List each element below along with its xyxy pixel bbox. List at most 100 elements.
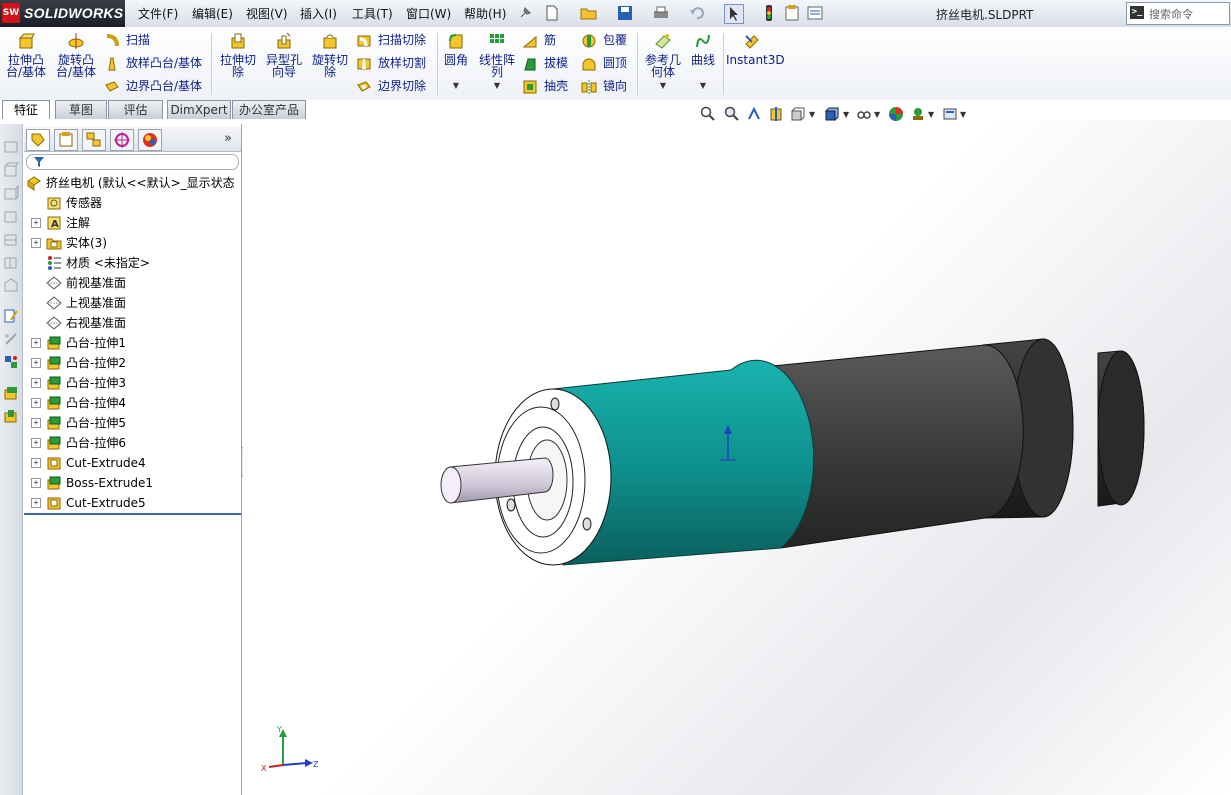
title-bar: SW SOLIDWORKS 文件(F) 编辑(E) 视图(V) 插入(I) 工具… <box>0 0 1231 28</box>
fillet-button[interactable]: 圆角 ▼ <box>441 32 471 92</box>
box-view-icon[interactable] <box>3 162 19 178</box>
save-icon[interactable] <box>616 4 634 22</box>
revolved-cut-button[interactable]: 旋转切 除 <box>308 32 352 78</box>
menu-edit[interactable]: 编辑(E) <box>192 5 233 22</box>
menu-tools[interactable]: 工具(T) <box>352 5 393 22</box>
smart-dimension-icon[interactable] <box>3 331 19 347</box>
tab-evaluate[interactable]: 评估 <box>108 100 163 119</box>
tree-item-label: 传感器 <box>66 196 103 210</box>
rollback-bar[interactable] <box>24 513 241 515</box>
revolved-boss-button[interactable]: 旋转凸 台/基体 <box>54 32 98 78</box>
tree-filter-input[interactable] <box>26 154 239 170</box>
reference-geometry-button[interactable]: 参考几 何体 ▼ <box>642 32 684 92</box>
extruded-boss-button[interactable]: 拉伸凸 台/基体 <box>4 32 48 78</box>
wrap-icon <box>582 34 596 47</box>
draft-button[interactable]: 拔模 <box>522 54 568 72</box>
box-view-icon[interactable] <box>3 277 19 293</box>
separator <box>211 33 212 95</box>
new-document-icon[interactable] <box>543 4 561 22</box>
extruded-cut-small-icon[interactable] <box>3 408 19 424</box>
expand-toggle-icon[interactable]: + <box>31 458 41 468</box>
view-settings-dropdown-icon[interactable]: ▼ <box>960 110 966 119</box>
rib-button[interactable]: 筋 <box>522 31 556 49</box>
graphics-area[interactable]: ▼ ▼ ▼ ▼ ▼ Y Z X <box>243 106 1231 795</box>
menu-view[interactable]: 视图(V) <box>246 5 288 22</box>
extruded-cut-button[interactable]: 拉伸切 除 <box>216 32 260 78</box>
hide-show-dropdown-icon[interactable]: ▼ <box>874 110 880 119</box>
file-properties-icon[interactable] <box>783 4 801 22</box>
expand-toggle-icon[interactable]: + <box>31 238 41 248</box>
wrap-button[interactable]: 包覆 <box>581 31 627 49</box>
dome-button[interactable]: 圆顶 <box>581 54 627 72</box>
reference-geometry-dropdown-icon[interactable]: ▼ <box>642 80 684 92</box>
separator <box>723 33 724 95</box>
menu-insert[interactable]: 插入(I) <box>300 5 337 22</box>
extruded-boss-small-icon[interactable] <box>3 385 19 401</box>
swept-cut-button[interactable]: 扫描切除 <box>356 31 426 49</box>
instant3d-icon <box>745 35 759 49</box>
dimxpert-manager-tab-icon[interactable] <box>110 129 134 151</box>
expand-toggle-icon[interactable]: + <box>31 438 41 448</box>
left-toolbar <box>0 124 23 795</box>
tab-dimxpert[interactable]: DimXpert <box>167 100 231 119</box>
feature-manager-tab-icon[interactable] <box>26 129 50 151</box>
view-orientation-dropdown-icon[interactable]: ▼ <box>809 110 815 119</box>
options-icon[interactable] <box>806 4 824 22</box>
shell-button[interactable]: 抽壳 <box>522 77 568 95</box>
expand-toggle-icon[interactable]: + <box>31 338 41 348</box>
curves-button[interactable]: 曲线 ▼ <box>688 32 718 92</box>
boundary-cut-button[interactable]: 边界切除 <box>356 77 426 95</box>
boundary-boss-button[interactable]: 边界凸台/基体 <box>104 77 202 95</box>
configuration-manager-tab-icon[interactable] <box>82 129 106 151</box>
expand-toggle-icon[interactable]: + <box>31 498 41 508</box>
apply-scene-dropdown-icon[interactable]: ▼ <box>928 110 934 119</box>
tab-sketch[interactable]: 草图 <box>55 100 107 119</box>
tree-root-part[interactable]: 挤丝电机 (默认<<默认>_显示状态 <box>24 173 241 193</box>
shell-icon <box>523 80 537 93</box>
expand-toggle-icon[interactable]: + <box>31 218 41 228</box>
menu-file[interactable]: 文件(F) <box>138 5 178 22</box>
box-view-icon[interactable] <box>3 208 19 224</box>
expand-toggle-icon[interactable]: + <box>31 378 41 388</box>
box-view-icon[interactable] <box>3 231 19 247</box>
expand-toggle-icon[interactable]: + <box>31 478 41 488</box>
menu-help[interactable]: 帮助(H) <box>464 5 506 22</box>
fillet-dropdown-icon[interactable]: ▼ <box>441 80 471 92</box>
material-icon <box>48 256 61 270</box>
sweep-button[interactable]: 扫描 <box>104 31 150 49</box>
edit-sketch-icon[interactable] <box>3 308 19 324</box>
expand-toggle-icon[interactable]: + <box>31 418 41 428</box>
mirror-button[interactable]: 镜向 <box>581 77 627 95</box>
tree-item-label: 上视基准面 <box>66 296 127 310</box>
tab-features[interactable]: 特征 <box>2 100 50 119</box>
box-view-icon[interactable] <box>3 254 19 270</box>
linear-pattern-button[interactable]: 线性阵 列 ▼ <box>476 32 518 92</box>
display-relations-icon[interactable] <box>3 354 19 370</box>
curves-dropdown-icon[interactable]: ▼ <box>688 80 718 92</box>
solidworks-logo[interactable]: SW SOLIDWORKS <box>0 0 125 27</box>
loft-boss-button[interactable]: 放样凸台/基体 <box>104 54 202 72</box>
more-tabs-icon[interactable]: » <box>224 131 232 146</box>
expand-toggle-icon[interactable]: + <box>31 358 41 368</box>
instant3d-button[interactable]: Instant3D <box>726 32 785 66</box>
tab-office-products[interactable]: 办公室产品 <box>232 100 306 119</box>
rebuild-traffic-light-icon[interactable] <box>760 4 778 22</box>
open-folder-icon[interactable] <box>580 4 598 22</box>
box-view-icon[interactable] <box>3 185 19 201</box>
lofted-cut-button[interactable]: 放样切割 <box>356 54 426 72</box>
motor-model[interactable] <box>243 120 1231 795</box>
display-manager-tab-icon[interactable] <box>138 129 162 151</box>
display-style-dropdown-icon[interactable]: ▼ <box>843 110 849 119</box>
sketch-plane-icon[interactable] <box>3 138 19 154</box>
undo-icon[interactable] <box>688 4 706 22</box>
menu-window[interactable]: 窗口(W) <box>406 5 451 22</box>
hole-wizard-button[interactable]: 异型孔 向导 <box>262 32 306 78</box>
property-manager-tab-icon[interactable] <box>54 129 78 151</box>
mounting-hole <box>506 498 516 512</box>
select-arrow-icon[interactable] <box>724 4 744 24</box>
pin-icon[interactable] <box>516 4 534 22</box>
linear-pattern-dropdown-icon[interactable]: ▼ <box>476 80 518 92</box>
search-commands-input[interactable]: >_ 搜索命令 <box>1126 2 1230 25</box>
expand-toggle-icon[interactable]: + <box>31 398 41 408</box>
print-icon[interactable] <box>652 4 670 22</box>
